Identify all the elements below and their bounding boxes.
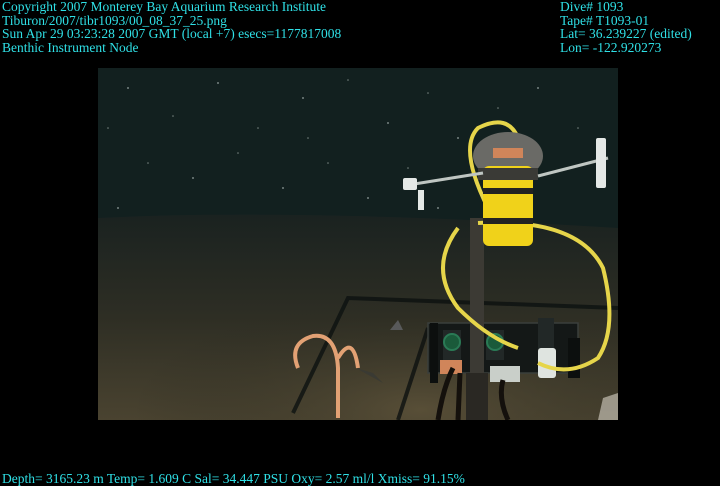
- longitude: Lon= -122.920273: [560, 39, 662, 55]
- subject-text: Benthic Instrument Node: [2, 39, 139, 55]
- file-path-text: Tiburon/2007/tibr1093/00_08_37_25.png: [2, 12, 227, 28]
- telemetry-bar: Depth= 3165.23 m Temp= 1.609 C Sal= 34.4…: [2, 472, 465, 486]
- latitude: Lat= 36.239227 (edited): [560, 26, 692, 42]
- dive-number: Dive# 1093: [560, 0, 624, 14]
- copyright-text: Copyright 2007 Monterey Bay Aquarium Res…: [2, 0, 326, 14]
- connector-white: [490, 366, 520, 382]
- camera-frame: [98, 68, 618, 420]
- seafloor-scene: [98, 68, 618, 420]
- header-left: Copyright 2007 Monterey Bay Aquarium Res…: [2, 0, 341, 54]
- telemetry-readout: Depth= 3165.23 m Temp= 1.609 C Sal= 34.4…: [2, 471, 465, 486]
- tape-number: Tape# T1093-01: [560, 12, 650, 28]
- datetime-text: Sun Apr 29 03:23:28 2007 GMT (local +7) …: [2, 26, 342, 42]
- yellow-instrument-housing: [473, 132, 543, 246]
- header-right: Dive# 1093 Tape# T1093-01 Lat= 36.239227…: [560, 0, 692, 54]
